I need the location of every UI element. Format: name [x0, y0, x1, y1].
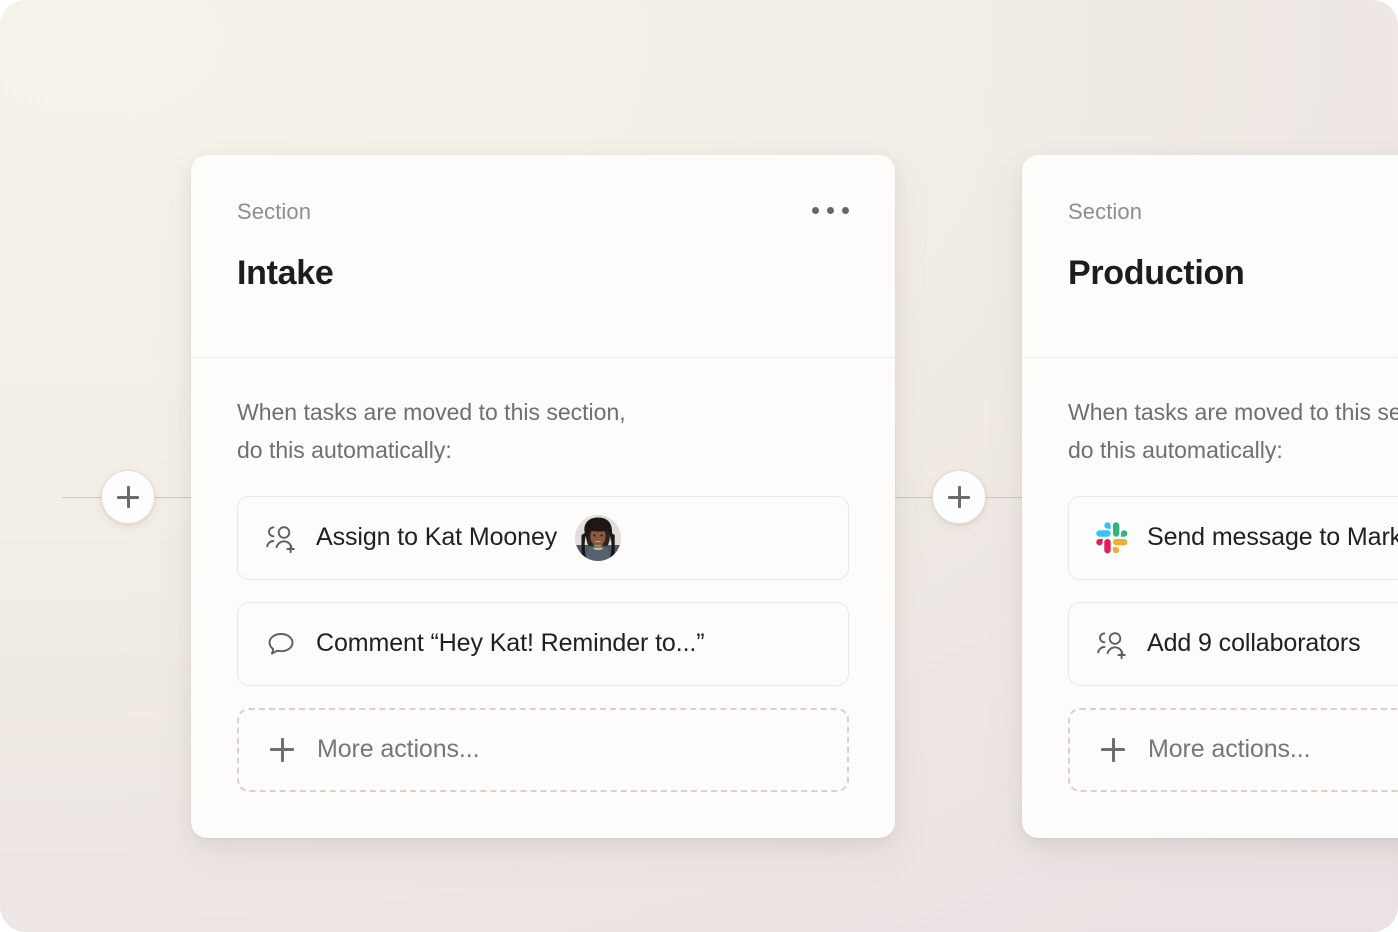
- card-header: Section Intake: [191, 155, 895, 358]
- kat-mooney-avatar: [575, 514, 622, 561]
- ellipsis-icon[interactable]: [810, 201, 851, 220]
- add-step-button-middle[interactable]: [932, 470, 986, 524]
- section-title: Intake: [237, 254, 334, 292]
- add-step-button-left[interactable]: [101, 470, 155, 524]
- add-people-icon: [262, 519, 300, 557]
- ellipsis-dot: [842, 207, 849, 214]
- card-body: When tasks are moved to this section, do…: [191, 358, 895, 792]
- plus-icon: [948, 486, 970, 508]
- section-card-intake[interactable]: Section Intake When tasks are moved to t…: [191, 155, 895, 838]
- plus-icon: [117, 486, 139, 508]
- automation-prompt: When tasks are moved to this section, do…: [1068, 399, 1398, 463]
- comment-icon: [262, 625, 300, 663]
- action-label: Assign to Kat Mooney: [316, 523, 558, 552]
- action-label: Comment “Hey Kat! Reminder to...”: [316, 629, 705, 658]
- ellipsis-dot: [812, 207, 819, 214]
- automation-canvas: Section Intake When tasks are moved to t…: [0, 0, 1398, 932]
- plus-icon: [1094, 731, 1132, 769]
- action-row-add-collaborators[interactable]: Add 9 collaborators: [1068, 601, 1398, 686]
- card-body: When tasks are moved to this section, do…: [1022, 358, 1398, 792]
- action-row-send-message[interactable]: Send message to Marketing: [1068, 495, 1398, 580]
- slack-icon: [1093, 519, 1131, 557]
- ellipsis-dot: [827, 207, 834, 214]
- section-title: Production: [1068, 254, 1245, 292]
- plus-icon: [263, 731, 301, 769]
- more-actions-label: More actions...: [317, 735, 480, 764]
- action-label: Send message to Marketing: [1147, 523, 1398, 552]
- action-row-assign[interactable]: Assign to Kat Mooney: [237, 495, 849, 580]
- section-eyebrow: Section: [1068, 199, 1143, 224]
- section-eyebrow: Section: [237, 199, 312, 224]
- more-actions-label: More actions...: [1148, 735, 1311, 764]
- add-people-icon: [1093, 625, 1131, 663]
- section-card-production[interactable]: Section Production When tasks are moved …: [1022, 155, 1398, 838]
- automation-prompt: When tasks are moved to this section, do…: [237, 399, 626, 463]
- more-actions-button[interactable]: More actions...: [237, 707, 849, 792]
- card-header: Section Production: [1022, 155, 1398, 358]
- action-row-comment[interactable]: Comment “Hey Kat! Reminder to...”: [237, 601, 849, 686]
- action-label: Add 9 collaborators: [1147, 629, 1361, 658]
- more-actions-button[interactable]: More actions...: [1068, 707, 1398, 792]
